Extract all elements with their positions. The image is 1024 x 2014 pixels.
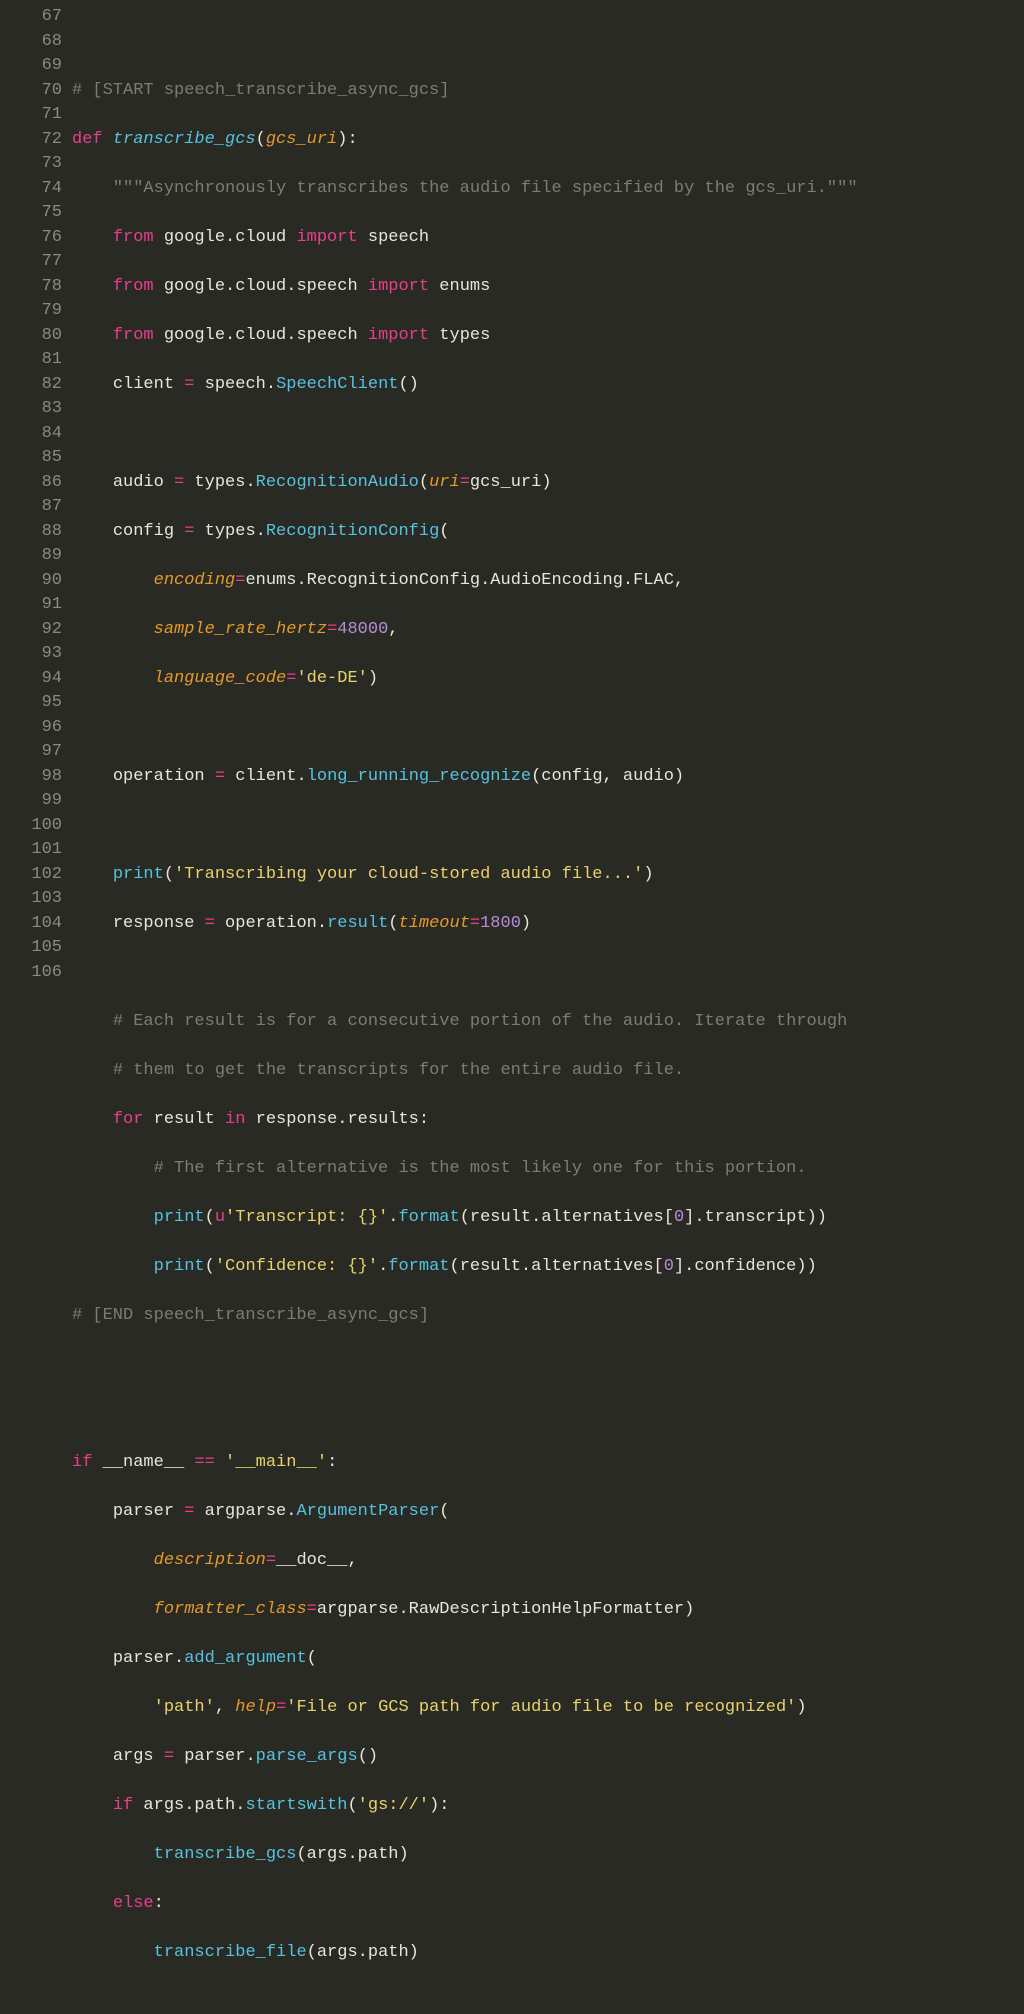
code-line: encoding=enums.RecognitionConfig.AudioEn… <box>72 569 1024 594</box>
line-number: 81 <box>0 348 62 373</box>
code-line: response = operation.result(timeout=1800… <box>72 912 1024 937</box>
code-line: parser.add_argument( <box>72 1647 1024 1672</box>
code-line <box>72 1353 1024 1378</box>
line-number: 95 <box>0 691 62 716</box>
line-number: 89 <box>0 544 62 569</box>
line-number: 74 <box>0 177 62 202</box>
line-number: 92 <box>0 618 62 643</box>
line-number-gutter: 6768697071727374757677787980818283848586… <box>0 5 72 2014</box>
line-number: 85 <box>0 446 62 471</box>
code-line: language_code='de-DE') <box>72 667 1024 692</box>
line-number: 96 <box>0 716 62 741</box>
code-line: # them to get the transcripts for the en… <box>72 1059 1024 1084</box>
code-line: description=__doc__, <box>72 1549 1024 1574</box>
code-line: # The first alternative is the most like… <box>72 1157 1024 1182</box>
code-line <box>72 422 1024 447</box>
code-line: 'path', help='File or GCS path for audio… <box>72 1696 1024 1721</box>
line-number: 105 <box>0 936 62 961</box>
line-number: 75 <box>0 201 62 226</box>
line-number: 77 <box>0 250 62 275</box>
code-line: print('Transcribing your cloud-stored au… <box>72 863 1024 888</box>
code-line: sample_rate_hertz=48000, <box>72 618 1024 643</box>
code-line: else: <box>72 1892 1024 1917</box>
line-number: 68 <box>0 30 62 55</box>
code-line: print('Confidence: {}'.format(result.alt… <box>72 1255 1024 1280</box>
code-line <box>72 30 1024 55</box>
line-number: 73 <box>0 152 62 177</box>
line-number: 100 <box>0 814 62 839</box>
code-line: # [START speech_transcribe_async_gcs] <box>72 79 1024 104</box>
code-line: audio = types.RecognitionAudio(uri=gcs_u… <box>72 471 1024 496</box>
code-line: # Each result is for a consecutive porti… <box>72 1010 1024 1035</box>
code-area[interactable]: # [START speech_transcribe_async_gcs] de… <box>72 5 1024 2014</box>
code-line: from google.cloud import speech <box>72 226 1024 251</box>
line-number: 69 <box>0 54 62 79</box>
code-line <box>72 1402 1024 1427</box>
line-number: 104 <box>0 912 62 937</box>
line-number: 98 <box>0 765 62 790</box>
code-line: parser = argparse.ArgumentParser( <box>72 1500 1024 1525</box>
code-line: args = parser.parse_args() <box>72 1745 1024 1770</box>
code-line: if args.path.startswith('gs://'): <box>72 1794 1024 1819</box>
code-line: client = speech.SpeechClient() <box>72 373 1024 398</box>
line-number: 78 <box>0 275 62 300</box>
line-number: 71 <box>0 103 62 128</box>
code-line <box>72 814 1024 839</box>
line-number: 80 <box>0 324 62 349</box>
line-number: 79 <box>0 299 62 324</box>
code-line: transcribe_gcs(args.path) <box>72 1843 1024 1868</box>
line-number: 86 <box>0 471 62 496</box>
code-line: operation = client.long_running_recogniz… <box>72 765 1024 790</box>
line-number: 102 <box>0 863 62 888</box>
code-line: formatter_class=argparse.RawDescriptionH… <box>72 1598 1024 1623</box>
line-number: 99 <box>0 789 62 814</box>
code-line <box>72 961 1024 986</box>
line-number: 93 <box>0 642 62 667</box>
code-line: def transcribe_gcs(gcs_uri): <box>72 128 1024 153</box>
line-number: 76 <box>0 226 62 251</box>
line-number: 70 <box>0 79 62 104</box>
line-number: 67 <box>0 5 62 30</box>
line-number: 106 <box>0 961 62 986</box>
code-line: from google.cloud.speech import types <box>72 324 1024 349</box>
line-number: 94 <box>0 667 62 692</box>
line-number: 88 <box>0 520 62 545</box>
code-line: # [END speech_transcribe_async_gcs] <box>72 1304 1024 1329</box>
code-editor[interactable]: 6768697071727374757677787980818283848586… <box>0 0 1024 2014</box>
line-number: 101 <box>0 838 62 863</box>
line-number: 91 <box>0 593 62 618</box>
code-line <box>72 716 1024 741</box>
code-line: if __name__ == '__main__': <box>72 1451 1024 1476</box>
line-number: 103 <box>0 887 62 912</box>
line-number: 87 <box>0 495 62 520</box>
line-number: 72 <box>0 128 62 153</box>
code-line: """Asynchronously transcribes the audio … <box>72 177 1024 202</box>
code-line: config = types.RecognitionConfig( <box>72 520 1024 545</box>
line-number: 90 <box>0 569 62 594</box>
line-number: 84 <box>0 422 62 447</box>
code-line: for result in response.results: <box>72 1108 1024 1133</box>
code-line: transcribe_file(args.path) <box>72 1941 1024 1966</box>
line-number: 82 <box>0 373 62 398</box>
code-line: from google.cloud.speech import enums <box>72 275 1024 300</box>
line-number: 83 <box>0 397 62 422</box>
code-line: print(u'Transcript: {}'.format(result.al… <box>72 1206 1024 1231</box>
line-number: 97 <box>0 740 62 765</box>
